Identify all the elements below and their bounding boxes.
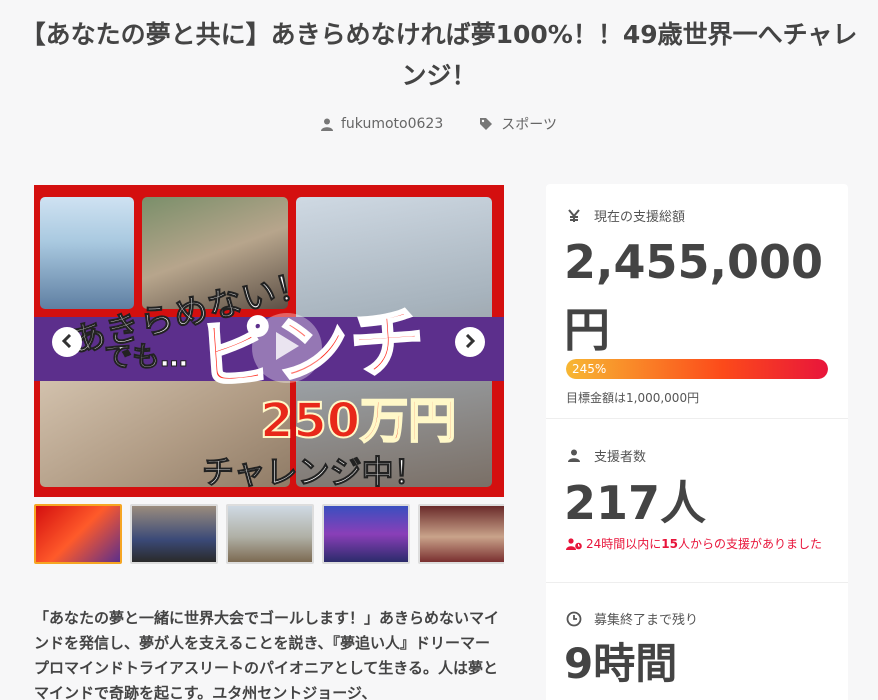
divider [546, 582, 848, 583]
total-label: 現在の支援総額 [594, 210, 686, 225]
photo-athlete-finish [40, 197, 134, 309]
recent-suffix: 人からの支援がありました [677, 537, 822, 551]
chevron-right-icon [464, 333, 476, 352]
progress-percent: 245% [572, 362, 607, 376]
project-description: 「あなたの夢と一緒に世界大会でゴールします！」あきらめないマインドを発信し、夢が… [34, 609, 500, 700]
recent-count: 15 [661, 537, 678, 551]
thumbnail-3[interactable] [226, 504, 314, 564]
thumbnail-strip [34, 504, 504, 566]
thumbnail-4[interactable] [322, 504, 410, 564]
remaining-time: 9時間 [564, 639, 678, 688]
user-clock-icon [566, 538, 582, 554]
thumbnail-2[interactable] [130, 504, 218, 564]
project-meta: fukumoto0623 スポーツ [0, 114, 878, 134]
supporters-label-row: 支援者数 [566, 446, 646, 465]
author-name: fukumoto0623 [341, 116, 444, 132]
funding-progress-bar: 245% [566, 359, 828, 379]
tag-icon [479, 117, 493, 131]
chevron-left-icon [61, 333, 73, 352]
author-link[interactable]: fukumoto0623 [321, 114, 443, 134]
goal-amount: 目標金額は1,000,000円 [566, 391, 700, 405]
yen-icon [566, 208, 582, 223]
category-name: スポーツ [501, 117, 557, 133]
remaining-label: 募集終了まで残り [594, 613, 699, 628]
slider-prev-button[interactable] [52, 327, 82, 357]
overlay-text-5: チャレンジ中！ [202, 453, 427, 492]
overlay-text-4: 250万円 [259, 392, 457, 450]
supporters-count: 217人 [564, 476, 707, 530]
play-icon [274, 331, 300, 365]
overlay-text-2: でも… [103, 340, 189, 374]
user-icon [566, 449, 582, 462]
supporters-label: 支援者数 [594, 450, 647, 465]
divider [546, 418, 848, 419]
clock-icon [566, 611, 582, 627]
remaining-label-row: 募集終了まで残り [566, 609, 698, 628]
total-amount: 2,455,000円 [564, 235, 823, 357]
slider-next-button[interactable] [455, 327, 485, 357]
recent-supporters-note: 24時間以内に15人からの支援がありました [566, 536, 828, 554]
main-image-slider[interactable]: あきらめない！ でも… ピンチ 250万円 チャレンジ中！ [34, 185, 504, 497]
progress-fill: 245% [566, 359, 828, 379]
total-label-row: 現在の支援総額 [566, 206, 685, 225]
page-title: 【あなたの夢と共に】あきらめなければ夢100%！！49歳世界一へチャレンジ！ [20, 20, 858, 90]
thumbnail-1[interactable] [34, 504, 122, 564]
category-link[interactable]: スポーツ [479, 114, 557, 134]
funding-stats-card: 現在の支援総額 2,455,000円 245% 目標金額は1,000,000円 … [546, 184, 848, 700]
user-icon [321, 118, 333, 131]
recent-prefix: 24時間以内に [586, 537, 662, 551]
thumbnail-5[interactable] [418, 504, 504, 564]
play-button[interactable] [252, 313, 322, 383]
